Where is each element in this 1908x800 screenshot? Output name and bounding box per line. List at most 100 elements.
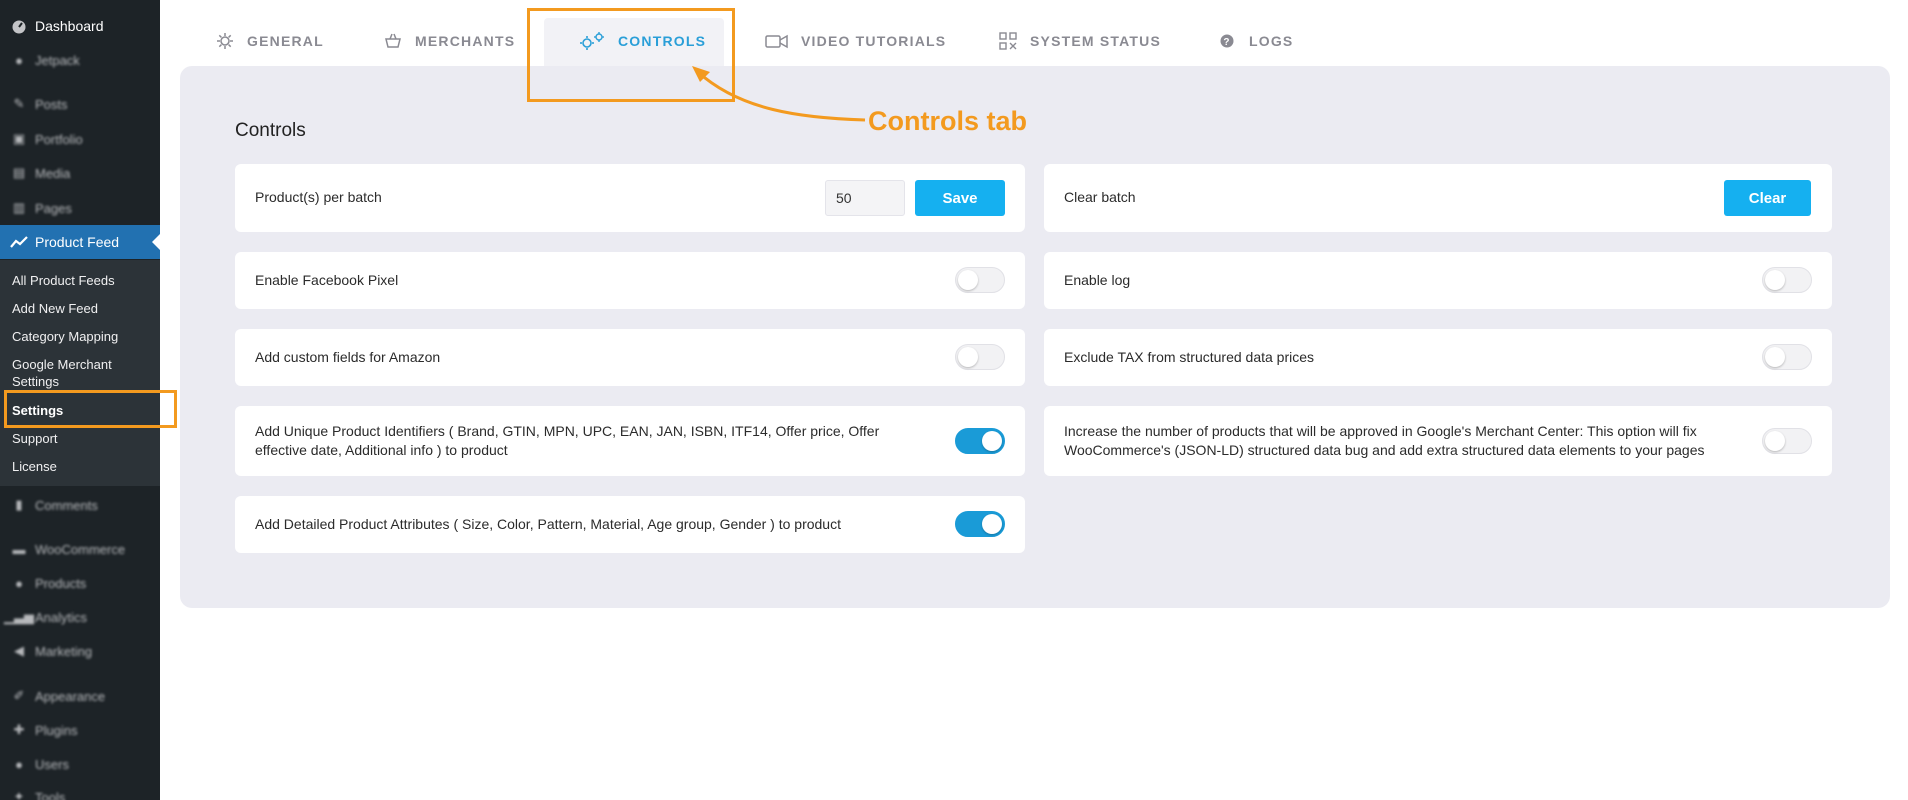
submenu-item-support[interactable]: Support — [12, 430, 157, 447]
toggle-knob — [958, 347, 978, 367]
setting-card-unique-identifiers: Add Unique Product Identifiers ( Brand, … — [235, 406, 1025, 476]
sidebar-item-pages[interactable]: ▥ Pages — [0, 193, 160, 223]
facebook-pixel-toggle[interactable] — [955, 267, 1005, 293]
toggle-knob — [982, 514, 1002, 534]
sidebar-submenu: All Product Feeds Add New Feed Category … — [0, 260, 160, 486]
setting-card-facebook-pixel: Enable Facebook Pixel — [235, 252, 1025, 309]
dashboard-icon — [9, 16, 29, 36]
clear-batch-label: Clear batch — [1064, 189, 1136, 205]
unique-identifiers-toggle[interactable] — [955, 428, 1005, 454]
sidebar-item-product-feed[interactable]: Product Feed — [0, 225, 160, 259]
tab-system-status[interactable]: SYSTEM STATUS — [998, 24, 1161, 58]
sidebar-item-marketing[interactable]: ◀ Marketing — [0, 636, 160, 666]
setting-label: Increase the number of products that wil… — [1064, 423, 1705, 458]
media-icon: ▤ — [12, 165, 26, 180]
products-per-batch-input[interactable] — [825, 180, 905, 216]
question-circle-icon: ? — [1217, 31, 1237, 51]
sidebar-item-jetpack[interactable]: ● Jetpack — [0, 45, 160, 75]
user-icon: ● — [15, 756, 23, 772]
tab-merchants[interactable]: MERCHANTS — [383, 24, 515, 58]
toggle-knob — [1765, 347, 1785, 367]
sidebar-item-tools[interactable]: ✦ Tools — [0, 782, 160, 800]
structured-data-fix-toggle[interactable] — [1762, 428, 1812, 454]
submenu-item-category-mapping[interactable]: Category Mapping — [12, 328, 157, 345]
setting-label: Add Unique Product Identifiers ( Brand, … — [255, 423, 880, 458]
setting-label: Add custom fields for Amazon — [255, 349, 441, 365]
products-icon: ● — [15, 575, 23, 591]
sidebar-label: Marketing — [35, 643, 93, 659]
save-button[interactable]: Save — [915, 180, 1005, 216]
megaphone-icon: ◀ — [14, 643, 24, 658]
detailed-attributes-toggle[interactable] — [955, 511, 1005, 537]
setting-card-exclude-tax: Exclude TAX from structured data prices — [1044, 329, 1832, 386]
tab-video-tutorials[interactable]: VIDEO TUTORIALS — [765, 24, 946, 58]
portfolio-icon: ▣ — [12, 131, 26, 146]
submenu-item-add-new-feed[interactable]: Add New Feed — [12, 300, 157, 317]
setting-card-enable-log: Enable log — [1044, 252, 1832, 309]
setting-label: Exclude TAX from structured data prices — [1064, 349, 1315, 365]
sidebar-item-appearance[interactable]: ✐ Appearance — [0, 681, 160, 711]
pin-icon: ✎ — [13, 96, 25, 111]
sidebar-item-plugins[interactable]: ✚ Plugins — [0, 715, 160, 745]
amazon-fields-toggle[interactable] — [955, 344, 1005, 370]
sidebar-item-portfolio[interactable]: ▣ Portfolio — [0, 124, 160, 154]
sidebar-label: Jetpack — [35, 52, 80, 68]
sidebar-item-users[interactable]: ● Users — [0, 749, 160, 779]
svg-text:?: ? — [1223, 37, 1230, 48]
setting-label: Enable Facebook Pixel — [255, 272, 399, 288]
sidebar-item-posts[interactable]: ✎ Posts — [0, 89, 160, 119]
sidebar-item-analytics[interactable]: ▁▃▅ Analytics — [0, 602, 160, 632]
clear-button[interactable]: Clear — [1724, 180, 1811, 216]
exclude-tax-toggle[interactable] — [1762, 344, 1812, 370]
plug-icon: ✚ — [13, 722, 25, 737]
batch-setting-card: Product(s) per batch Save — [235, 164, 1025, 232]
sidebar-label: Product Feed — [35, 234, 120, 250]
tab-label: MERCHANTS — [415, 33, 516, 49]
batch-label: Product(s) per batch — [255, 189, 382, 205]
annotation-arrow — [692, 66, 866, 122]
sidebar-item-media[interactable]: ▤ Media — [0, 158, 160, 188]
sidebar-label: Posts — [35, 96, 68, 112]
tab-label: LOGS — [1249, 33, 1294, 49]
sidebar-item-dashboard[interactable]: Dashboard — [0, 11, 160, 41]
setting-label: Add Detailed Product Attributes ( Size, … — [255, 516, 841, 532]
panel-title: Controls — [235, 120, 306, 141]
tab-label: GENERAL — [247, 33, 324, 49]
active-indicator — [152, 234, 160, 250]
sidebar-label: Plugins — [35, 722, 78, 738]
sidebar-item-products[interactable]: ● Products — [0, 568, 160, 598]
sidebar-label: Users — [35, 756, 69, 772]
enable-log-toggle[interactable] — [1762, 267, 1812, 293]
setting-card-amazon-fields: Add custom fields for Amazon — [235, 329, 1025, 386]
clear-batch-card: Clear batch Clear — [1044, 164, 1832, 232]
tab-general[interactable]: GENERAL — [215, 24, 324, 58]
setting-card-detailed-attributes: Add Detailed Product Attributes ( Size, … — [235, 496, 1025, 553]
submenu-item-license[interactable]: License — [12, 458, 157, 475]
sidebar-item-comments[interactable]: ▮ Comments — [0, 490, 160, 520]
settings-highlight-box — [4, 390, 177, 428]
sidebar-label: Dashboard — [35, 18, 104, 34]
toggle-knob — [958, 270, 978, 290]
video-camera-icon — [765, 31, 789, 51]
toggle-knob — [982, 431, 1002, 451]
chart-line-icon — [9, 232, 29, 252]
gear-icon — [215, 31, 235, 51]
wrench-icon: ✦ — [13, 789, 25, 800]
tab-logs[interactable]: ? LOGS — [1217, 24, 1293, 58]
sidebar-label: Pages — [35, 200, 72, 216]
submenu-item-google-merchant-settings[interactable]: Google Merchant Settings — [12, 356, 157, 390]
sidebar-label: Tools — [35, 789, 66, 800]
sidebar-label: Portfolio — [35, 131, 83, 147]
basket-icon — [383, 31, 403, 51]
tab-label: VIDEO TUTORIALS — [801, 33, 947, 49]
system-status-icon — [998, 31, 1018, 51]
annotation-label: Controls tab — [868, 106, 1027, 136]
submenu-item-all-product-feeds[interactable]: All Product Feeds — [12, 272, 157, 289]
sidebar-item-woocommerce[interactable]: ▬ WooCommerce — [0, 534, 160, 564]
sidebar-label: WooCommerce — [35, 541, 126, 557]
analytics-icon: ▁▃▅ — [4, 609, 34, 624]
tab-label: SYSTEM STATUS — [1030, 33, 1161, 49]
sidebar-label: Products — [35, 575, 87, 591]
jetpack-icon: ● — [15, 52, 23, 68]
setting-card-structured-data-fix: Increase the number of products that wil… — [1044, 406, 1832, 476]
